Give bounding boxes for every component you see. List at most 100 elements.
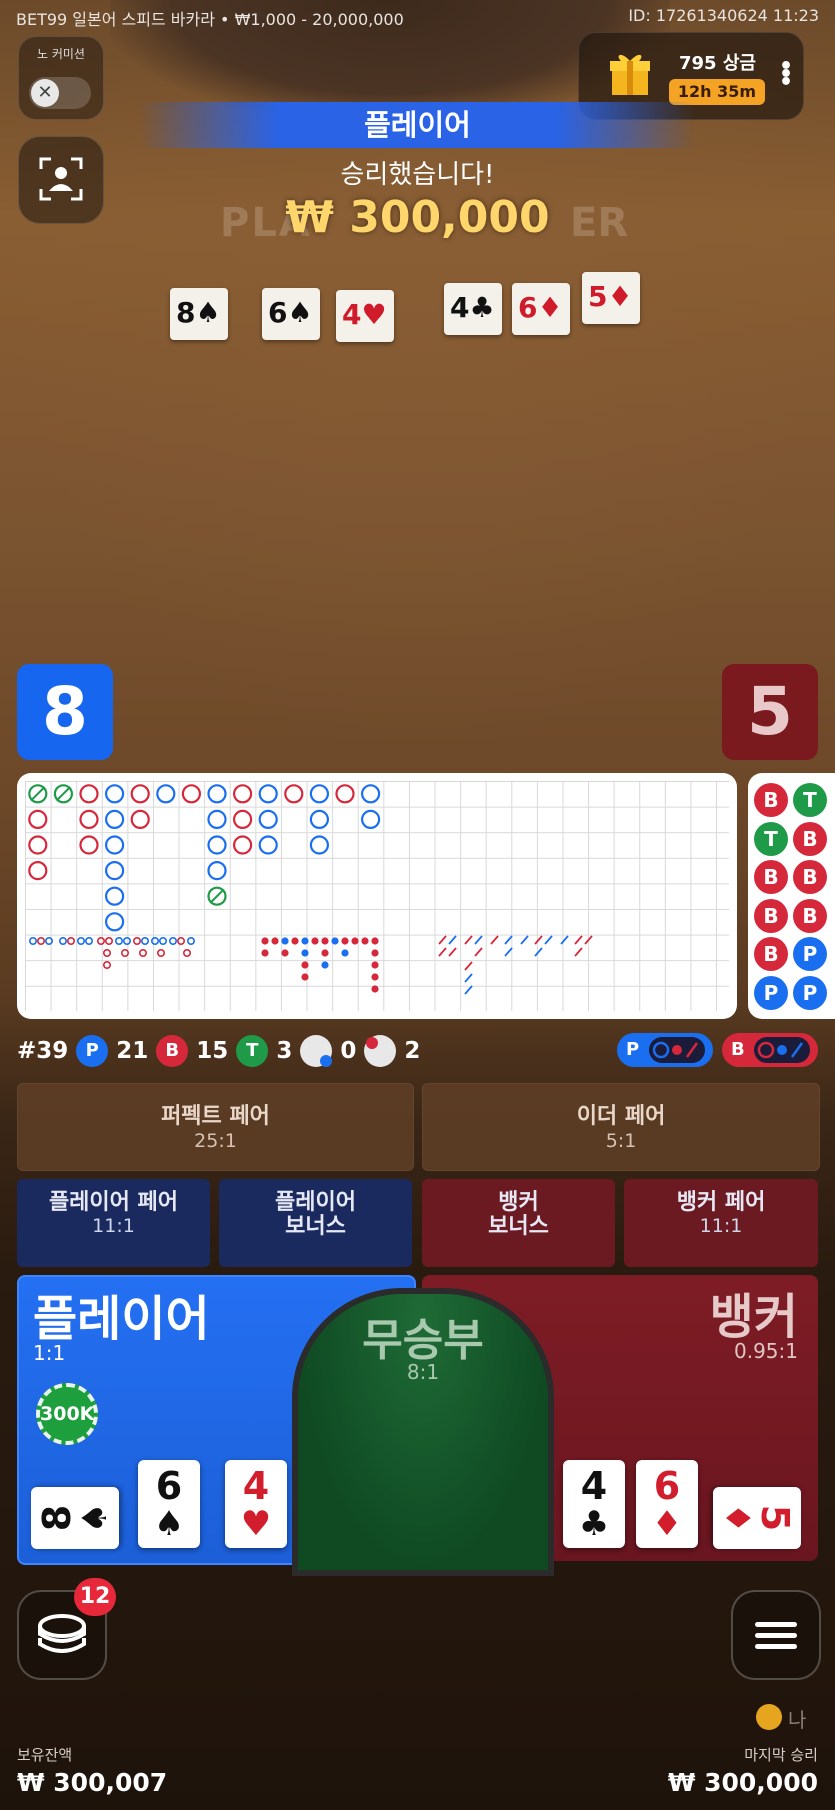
small-road-mark bbox=[157, 949, 166, 958]
small-road-mark bbox=[115, 937, 124, 946]
banker-predict-button[interactable]: B bbox=[722, 1033, 818, 1067]
card-suit: ♠ bbox=[153, 1504, 185, 1544]
small-road-mark bbox=[177, 937, 186, 946]
balance-label: 보유잔액 bbox=[17, 1746, 73, 1764]
small-road-dot bbox=[371, 937, 379, 945]
banker-pair-icon bbox=[364, 1035, 397, 1067]
big-road-mark bbox=[130, 809, 150, 830]
banker-count: 15 bbox=[196, 1038, 229, 1064]
table-card: 8♠ bbox=[170, 288, 228, 340]
no-commission-toggle[interactable]: 노 커미션 ✕ bbox=[18, 36, 104, 120]
player-bonus-bet[interactable]: 플레이어 보너스 bbox=[219, 1179, 412, 1267]
banker-bonus-label-2: 보너스 bbox=[488, 1214, 549, 1239]
card-rank: 8 bbox=[35, 1504, 79, 1532]
big-road-mark bbox=[335, 784, 355, 804]
cockroach-road-mark bbox=[464, 961, 473, 971]
small-road-mark bbox=[133, 937, 142, 946]
big-road-mark bbox=[130, 784, 150, 804]
cockroach-road-mark bbox=[438, 947, 447, 957]
big-road-mark bbox=[207, 835, 227, 855]
tie-bet[interactable]: 무승부 8:1 bbox=[292, 1288, 554, 1576]
card-rank: 6 bbox=[155, 1464, 183, 1508]
big-road-mark bbox=[258, 784, 278, 804]
big-road-mark bbox=[258, 809, 278, 830]
big-road-mark bbox=[233, 835, 253, 855]
no-commission-label: 노 커미션 bbox=[37, 47, 85, 61]
big-road-mark bbox=[284, 784, 304, 804]
small-road-dot bbox=[281, 937, 289, 945]
side-road-result: B bbox=[793, 898, 827, 933]
card-rank: 4 bbox=[242, 1464, 270, 1508]
round-number: #39 bbox=[17, 1038, 69, 1064]
either-pair-bet[interactable]: 이더 페어 5:1 bbox=[422, 1083, 820, 1171]
hand-card: 5 ♦ bbox=[713, 1487, 801, 1549]
banker-pair-bet[interactable]: 뱅커 페어 11:1 bbox=[624, 1179, 818, 1267]
more-icon[interactable]: • • • bbox=[779, 56, 793, 94]
perfect-pair-bet[interactable]: 퍼펙트 페어 25:1 bbox=[17, 1083, 414, 1171]
small-road-mark bbox=[123, 937, 132, 946]
small-road-mark bbox=[37, 937, 46, 946]
tie-slash bbox=[209, 888, 225, 904]
banker-bonus-bet[interactable]: 뱅커 보너스 bbox=[422, 1179, 615, 1267]
bet-chip[interactable]: 300K bbox=[36, 1383, 98, 1445]
cockroach-road-mark bbox=[544, 935, 553, 945]
perfect-pair-label: 퍼펙트 페어 bbox=[161, 1104, 270, 1129]
small-road-dot bbox=[341, 937, 349, 945]
small-road-mark bbox=[183, 949, 192, 958]
side-road-result: P bbox=[793, 937, 827, 971]
menu-button[interactable] bbox=[731, 1590, 821, 1680]
player-pair-bet[interactable]: 플레이어 페어 11:1 bbox=[17, 1179, 210, 1267]
small-road-dot bbox=[301, 949, 309, 957]
side-road-result: T bbox=[793, 783, 827, 817]
cockroach-road-mark bbox=[464, 985, 473, 995]
table-info: BET99 일본어 스피드 바카라 • ₩1,000 - 20,000,000 bbox=[16, 10, 404, 29]
tie-bet-label: 무승부 bbox=[362, 1315, 484, 1366]
small-road-dot bbox=[311, 937, 319, 945]
card-suit: ♠ bbox=[75, 1502, 115, 1534]
card-suit: ♦ bbox=[717, 1502, 757, 1534]
card-suit: ♣ bbox=[578, 1504, 610, 1544]
perfect-pair-odds: 25:1 bbox=[194, 1130, 237, 1152]
table-card: 6♠ bbox=[262, 288, 320, 340]
small-road-dot bbox=[371, 973, 379, 981]
corner-label: 나 bbox=[788, 1708, 807, 1732]
player-predict-button[interactable]: P bbox=[617, 1033, 713, 1067]
small-road-mark bbox=[66, 937, 75, 946]
small-road-dot bbox=[341, 949, 349, 957]
cockroach-road-mark bbox=[560, 935, 569, 945]
side-road-result: P bbox=[754, 975, 788, 1010]
table-card-label: 5♦ bbox=[588, 280, 633, 313]
cockroach-road-mark bbox=[474, 947, 483, 957]
small-road-mark bbox=[29, 937, 38, 946]
big-road-mark bbox=[258, 835, 278, 855]
tie-bet-odds: 8:1 bbox=[406, 1360, 440, 1384]
banker-predict-letter: B bbox=[731, 1039, 745, 1060]
big-road-mark bbox=[104, 835, 125, 855]
small-road-dot bbox=[371, 961, 379, 969]
cockroach-road-mark bbox=[464, 935, 473, 945]
cockroach-road-mark bbox=[448, 935, 457, 945]
either-pair-label: 이더 페어 bbox=[576, 1104, 666, 1129]
small-road-dot bbox=[301, 937, 309, 945]
small-road-mark bbox=[139, 949, 148, 958]
table-card: 4♥ bbox=[336, 290, 394, 342]
side-road-result: B bbox=[754, 937, 788, 971]
road-map[interactable] bbox=[17, 773, 737, 1019]
banker-pair-count: 2 bbox=[404, 1038, 421, 1064]
big-road-mark bbox=[207, 784, 227, 804]
big-road-mark bbox=[104, 860, 125, 881]
side-road-result: T bbox=[754, 821, 788, 856]
player-score: 8 bbox=[17, 664, 113, 760]
banker-predict-icons bbox=[754, 1037, 810, 1063]
banker-bet-odds: 0.95:1 bbox=[734, 1339, 798, 1363]
big-road-mark bbox=[28, 809, 48, 830]
balance-value: ₩ 300,007 bbox=[17, 1768, 168, 1797]
tie-slash bbox=[55, 786, 71, 802]
small-road-dot bbox=[321, 937, 329, 945]
player-pair-icon bbox=[300, 1035, 333, 1067]
toggle-track[interactable]: ✕ bbox=[29, 77, 91, 109]
small-road-mark bbox=[84, 937, 93, 946]
big-road-mark bbox=[28, 860, 48, 881]
side-road-result: B bbox=[754, 860, 788, 894]
game-id-time: ID: 17261340624 11:23 bbox=[628, 6, 819, 25]
